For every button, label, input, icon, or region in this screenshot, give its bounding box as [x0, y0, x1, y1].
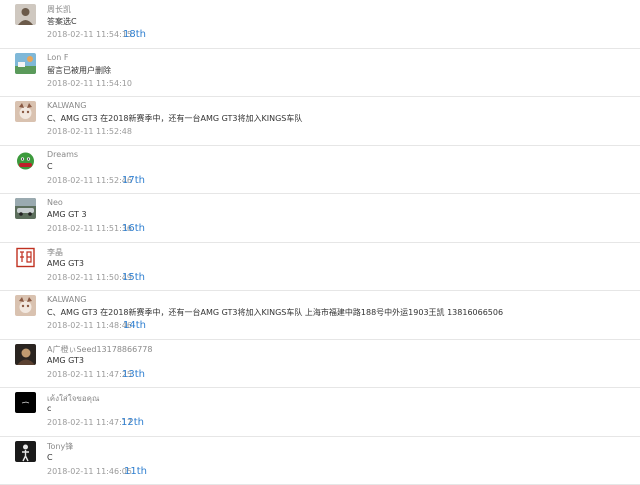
commenter-name[interactable]: Tony锋: [47, 441, 73, 452]
comment-item: Dreams C 2018-02-11 11:52:46 17th: [0, 146, 640, 194]
commenter-name[interactable]: A广橙ぃSeed13178866778: [47, 344, 152, 355]
comment-text: 留言已被用户删除: [47, 65, 111, 75]
comment-timestamp: 2018-02-11 11:50:49: [47, 272, 132, 282]
comment-text: C: [47, 452, 53, 462]
comment-item: Lon F 留言已被用户删除 2018-02-11 11:54:10: [0, 49, 640, 97]
comment-item: Tony锋 C 2018-02-11 11:46:05 11th: [0, 437, 640, 485]
comment-timestamp: 2018-02-11 11:47:25: [47, 369, 132, 379]
comment-text: c: [47, 404, 52, 413]
car-avatar-icon[interactable]: [15, 198, 36, 219]
floor-number-link[interactable]: 18th: [123, 29, 146, 40]
comment-text: C: [47, 161, 53, 171]
pet-avatar-icon[interactable]: [15, 295, 36, 316]
dark-portrait-avatar-icon[interactable]: [15, 343, 36, 365]
comment-item: KALWANG C、AMG GT3 在2018新赛季中，还有一台AMG GT3将加…: [0, 291, 640, 340]
comment-timestamp: 2018-02-11 11:48:46: [47, 321, 132, 330]
comment-item: KALWANG C、AMG GT3 在2018新赛季中，还有一台AMG GT3将加…: [0, 97, 640, 146]
floor-number-link[interactable]: 11th: [124, 466, 147, 477]
comment-timestamp: 2018-02-11 11:51:36: [47, 224, 132, 233]
comment-item: 周长凯答案选C 2018-02-11 11:54:15 18th: [0, 0, 640, 49]
comment-item: เค้งใส่ใจขอคุณ c 2018-02-11 11:47:17 12th: [0, 388, 640, 437]
commenter-name[interactable]: 李晶: [47, 247, 63, 258]
cartoon-face-avatar-icon[interactable]: [15, 149, 36, 171]
pet-avatar-icon[interactable]: [15, 101, 36, 122]
commenter-name[interactable]: Dreams: [47, 150, 78, 159]
floor-number-link[interactable]: 17th: [122, 175, 145, 186]
comment-timestamp: 2018-02-11 11:54:10: [47, 78, 132, 88]
floor-number-link[interactable]: 14th: [123, 320, 146, 331]
comment-timestamp: 2018-02-11 11:52:46: [47, 175, 132, 185]
comment-text: AMG GT 3: [47, 210, 87, 219]
comment-item: A广橙ぃSeed13178866778 AMG GT3 2018-02-11 11:…: [0, 340, 640, 388]
comment-text: AMG GT3: [47, 355, 85, 365]
commenter-name[interactable]: Lon F: [47, 53, 68, 62]
comment-text: 答案选C: [47, 17, 77, 26]
comment-timestamp: 2018-02-11 11:47:17: [47, 418, 132, 427]
portrait-avatar-icon[interactable]: [15, 4, 36, 25]
comment-item: Neo AMG GT 3 2018-02-11 11:51:36 16th: [0, 194, 640, 243]
comment-item: 李晶 AMG GT3 2018-02-11 11:50:49 15th: [0, 243, 640, 291]
comment-timestamp: 2018-02-11 11:46:05: [47, 466, 132, 476]
landscape-avatar-icon[interactable]: [15, 52, 36, 74]
commenter-name[interactable]: KALWANG: [47, 295, 86, 304]
figure-avatar-icon[interactable]: [15, 440, 36, 462]
floor-number-link[interactable]: 12th: [121, 417, 144, 428]
floor-number-link[interactable]: 16th: [122, 223, 145, 234]
commenter-name[interactable]: เค้งใส่ใจขอคุณ: [47, 392, 99, 405]
commenter-name[interactable]: Neo: [47, 198, 63, 207]
comment-text: C、AMG GT3 在2018新赛季中，还有一台AMG GT3将加入KINGS车…: [47, 114, 303, 123]
seal-stamp-avatar-icon[interactable]: [15, 246, 36, 268]
comment-text: C、AMG GT3 在2018新赛季中，还有一台AMG GT3将加入KINGS车…: [47, 308, 504, 317]
floor-number-link[interactable]: 13th: [122, 369, 145, 380]
floor-number-link[interactable]: 15th: [122, 272, 145, 283]
comment-timestamp: 2018-02-11 11:54:15: [47, 30, 132, 39]
comment-list: 周长凯答案选C 2018-02-11 11:54:15 18th Lon F 留言已被用…: [0, 0, 640, 485]
commenter-name[interactable]: 周长凯: [47, 4, 71, 15]
commenter-name[interactable]: KALWANG: [47, 101, 86, 110]
comment-text: AMG GT3: [47, 258, 85, 268]
comment-timestamp: 2018-02-11 11:52:48: [47, 127, 132, 136]
black-avatar-icon[interactable]: [15, 392, 36, 413]
